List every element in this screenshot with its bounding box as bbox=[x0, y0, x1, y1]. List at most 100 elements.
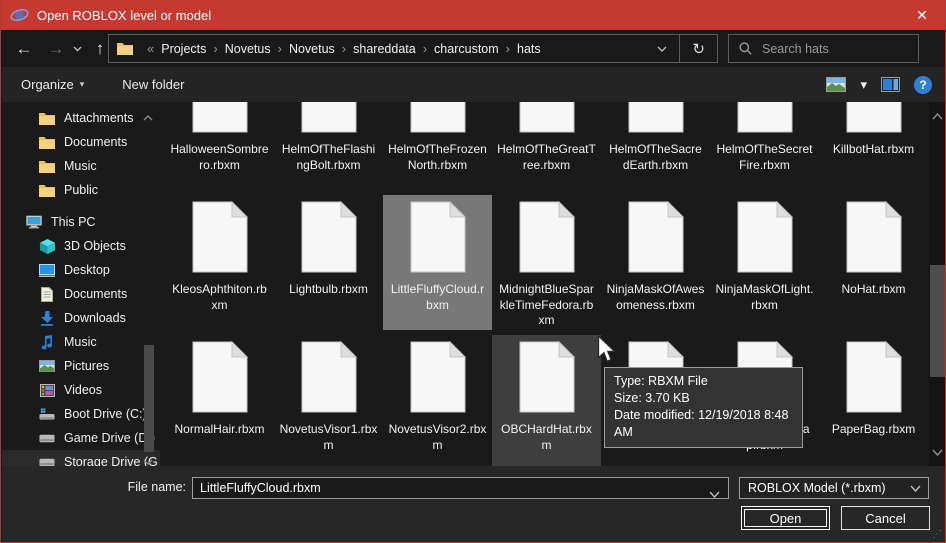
sidebar-item-videos[interactable]: Videos bbox=[2, 378, 160, 402]
breadcrumb-segment[interactable]: Novetus bbox=[225, 42, 271, 56]
file-name-input[interactable] bbox=[192, 477, 729, 499]
file-item[interactable]: HelmOfTheSacredEarth.rbxm bbox=[601, 102, 710, 190]
sidebar-item-downloads[interactable]: Downloads bbox=[2, 306, 160, 330]
sidebar-item-documents-user[interactable]: Documents bbox=[2, 130, 160, 154]
rbxm-file-icon bbox=[192, 341, 248, 413]
sidebar-item-public[interactable]: Public bbox=[2, 178, 160, 202]
sidebar-scroll-up-icon[interactable] bbox=[143, 108, 153, 126]
mouse-cursor bbox=[597, 336, 615, 363]
file-item[interactable]: MidnightBlueSparkleTimeFedora.rbxm bbox=[492, 195, 601, 330]
address-bar[interactable]: « Projects› Novetus› Novetus› shareddata… bbox=[108, 34, 718, 63]
file-item[interactable]: KleosAphthiton.rbxm bbox=[165, 195, 274, 330]
file-item[interactable]: HelmOfTheFrozenNorth.rbxm bbox=[383, 102, 492, 190]
sidebar-item-boot-drive-c[interactable]: Boot Drive (C:) bbox=[2, 402, 160, 426]
rbxm-file-icon bbox=[846, 102, 902, 133]
sidebar-item-label: Documents bbox=[64, 135, 127, 149]
file-item-hovered[interactable]: OBCHardHat.rbxm bbox=[492, 335, 601, 466]
rbxm-file-icon bbox=[628, 201, 684, 273]
breadcrumb-segment[interactable]: shareddata bbox=[353, 42, 416, 56]
file-item[interactable]: NormalHair.rbxm bbox=[165, 335, 274, 466]
breadcrumb-segment[interactable]: hats bbox=[517, 42, 541, 56]
tooltip-modified: Date modified: 12/19/2018 8:48 AM bbox=[614, 407, 793, 441]
file-item[interactable]: HelmOfTheFlashingBolt.rbxm bbox=[274, 102, 383, 190]
main-area: Attachments Documents Music Public This … bbox=[2, 102, 946, 466]
sidebar-item-label: Boot Drive (C:) bbox=[64, 407, 147, 421]
folder-icon bbox=[39, 158, 55, 174]
file-list-scrollbar[interactable] bbox=[929, 102, 946, 466]
scrollbar-thumb[interactable] bbox=[930, 265, 945, 377]
rbxm-file-icon bbox=[737, 201, 793, 273]
file-item[interactable]: NinjaMaskOfLight.rbxm bbox=[710, 195, 819, 330]
sidebar-item-this-pc[interactable]: This PC bbox=[2, 210, 160, 234]
preview-pane-icon[interactable] bbox=[881, 77, 900, 92]
window-title: Open ROBLOX level or model bbox=[37, 8, 211, 23]
file-item[interactable]: KillbotHat.rbxm bbox=[819, 102, 928, 190]
rbxm-file-icon bbox=[519, 341, 575, 413]
scroll-up-icon[interactable] bbox=[932, 107, 943, 125]
address-dropdown-chevron-icon[interactable] bbox=[645, 35, 679, 62]
file-name: NinjaMaskOfAwesomeness.rbxm bbox=[601, 282, 710, 313]
sidebar-scroll-down-icon[interactable] bbox=[143, 452, 153, 466]
file-item-selected[interactable]: LittleFluffyCloud.rbxm bbox=[383, 195, 492, 330]
breadcrumb-segment[interactable]: charcustom bbox=[434, 42, 499, 56]
breadcrumb-overflow[interactable]: « bbox=[140, 41, 161, 56]
breadcrumb-segment[interactable]: Novetus bbox=[289, 42, 335, 56]
thumbnail-view-icon[interactable] bbox=[826, 77, 846, 92]
file-name: KleosAphthiton.rbxm bbox=[165, 282, 274, 313]
sidebar-item-pictures[interactable]: Pictures bbox=[2, 354, 160, 378]
rbxm-file-icon bbox=[192, 102, 248, 133]
file-item[interactable]: NovetusVisor1.rbxm bbox=[274, 335, 383, 466]
help-icon[interactable]: ? bbox=[914, 76, 932, 94]
file-item[interactable]: PaperBag.rbxm bbox=[819, 335, 928, 466]
recent-locations-chevron-icon[interactable] bbox=[69, 30, 85, 67]
sidebar-item-music-pc[interactable]: Music bbox=[2, 330, 160, 354]
desktop-icon bbox=[39, 262, 55, 278]
file-item[interactable]: HelmOfTheGreatTree.rbxm bbox=[492, 102, 601, 190]
drive-icon bbox=[39, 454, 55, 466]
new-folder-button[interactable]: New folder bbox=[122, 77, 184, 92]
folder-icon bbox=[39, 182, 55, 198]
search-icon bbox=[739, 42, 752, 55]
view-caret-icon[interactable]: ▾ bbox=[860, 77, 867, 93]
sidebar-item-3d-objects[interactable]: 3D Objects bbox=[2, 234, 160, 258]
file-name: NinjaMaskOfLight.rbxm bbox=[710, 282, 819, 313]
resize-grip[interactable]: ⋰ bbox=[932, 529, 943, 540]
sidebar-scrollbar-thumb[interactable] bbox=[144, 345, 154, 452]
file-item[interactable]: Lightbulb.rbxm bbox=[274, 195, 383, 330]
file-item[interactable]: NoHat.rbxm bbox=[819, 195, 928, 330]
organize-button[interactable]: Organize ▾ bbox=[21, 77, 84, 92]
file-item[interactable]: NovetusVisor2.rbxm bbox=[383, 335, 492, 466]
command-bar: Organize ▾ New folder ▾ ? bbox=[2, 67, 946, 102]
file-name: Lightbulb.rbxm bbox=[274, 282, 383, 298]
sidebar-item-storage-drive-g[interactable]: Storage Drive (G bbox=[2, 450, 160, 466]
file-list: HalloweenSombrero.rbxm HelmOfTheFlashing… bbox=[162, 102, 928, 466]
file-name: NormalHair.rbxm bbox=[165, 422, 274, 438]
cancel-button[interactable]: Cancel bbox=[841, 506, 930, 530]
sidebar-item-game-drive-d[interactable]: Game Drive (D:) bbox=[2, 426, 160, 450]
breadcrumb-segment[interactable]: Projects bbox=[161, 42, 206, 56]
sidebar-item-documents-pc[interactable]: Documents bbox=[2, 282, 160, 306]
sidebar-item-music-user[interactable]: Music bbox=[2, 154, 160, 178]
open-button[interactable]: Open bbox=[741, 506, 830, 530]
file-item[interactable]: HelmOfTheSecretFire.rbxm bbox=[710, 102, 819, 190]
scroll-down-icon[interactable] bbox=[932, 443, 943, 461]
search-box[interactable] bbox=[728, 34, 919, 63]
file-name: NovetusVisor1.rbxm bbox=[274, 422, 383, 453]
sidebar-item-desktop[interactable]: Desktop bbox=[2, 258, 160, 282]
file-item[interactable]: NinjaMaskOfAwesomeness.rbxm bbox=[601, 195, 710, 330]
forward-icon[interactable]: → bbox=[41, 30, 71, 67]
breadcrumb-separator-icon: › bbox=[271, 41, 289, 56]
file-type-select[interactable]: ROBLOX Model (*.rbxm) bbox=[739, 477, 929, 499]
file-item[interactable]: HalloweenSombrero.rbxm bbox=[165, 102, 274, 190]
rbxm-file-icon bbox=[519, 201, 575, 273]
close-icon[interactable]: ✕ bbox=[899, 0, 945, 30]
file-name: HelmOfTheSacredEarth.rbxm bbox=[601, 142, 710, 173]
music-icon bbox=[39, 334, 55, 350]
sidebar-item-attachments[interactable]: Attachments bbox=[2, 106, 160, 130]
sidebar-item-label: Music bbox=[64, 335, 97, 349]
sidebar-item-label: Desktop bbox=[64, 263, 110, 277]
back-icon[interactable]: ← bbox=[9, 30, 39, 67]
refresh-icon[interactable]: ↻ bbox=[680, 35, 717, 62]
search-input[interactable] bbox=[760, 41, 890, 57]
sidebar-item-label: Attachments bbox=[64, 111, 133, 125]
